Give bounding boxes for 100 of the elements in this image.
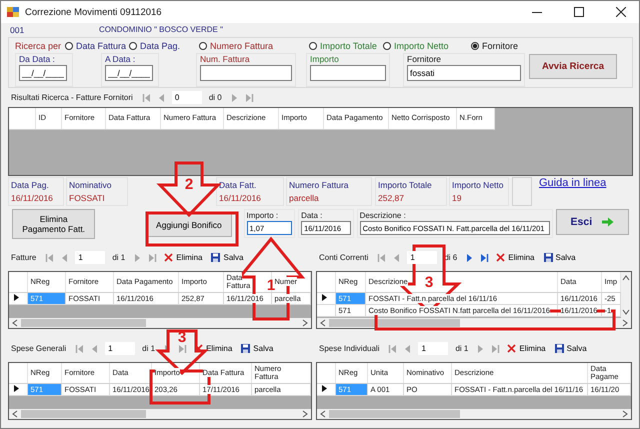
corner-cell bbox=[9, 363, 27, 383]
scroll-left-icon[interactable] bbox=[12, 410, 18, 418]
help-link[interactable]: Guida in linea bbox=[539, 177, 606, 206]
delete-button[interactable]: Elimina bbox=[494, 253, 536, 262]
page-count: di 1 bbox=[141, 344, 156, 353]
floppy-icon bbox=[211, 253, 220, 262]
radio-circle[interactable] bbox=[199, 42, 207, 50]
radio-option[interactable]: Numero Fattura bbox=[199, 40, 309, 50]
vertical-scrollbar[interactable] bbox=[621, 272, 631, 318]
field-label: Importo bbox=[310, 54, 340, 65]
info-label: Importo Totale bbox=[378, 180, 433, 190]
delete-button[interactable]: Elimina bbox=[192, 344, 234, 353]
search-label: Ricerca per bbox=[15, 40, 62, 50]
row-header[interactable] bbox=[9, 383, 27, 395]
radio-option[interactable]: Data Fattura bbox=[65, 40, 129, 50]
radio-circle[interactable] bbox=[309, 42, 317, 50]
info-value: 16/11/2016 bbox=[11, 193, 54, 203]
radio-option[interactable]: Fornitore bbox=[471, 40, 551, 50]
input-field[interactable] bbox=[310, 65, 386, 81]
field-label: A Data : bbox=[105, 54, 136, 65]
record-code: 001 bbox=[10, 24, 26, 34]
floppy-icon bbox=[544, 253, 552, 262]
radio-option[interactable]: Data Pag. bbox=[129, 40, 199, 50]
toolbar-title: Risultati Ricerca - Fatture Fornitori bbox=[10, 93, 134, 102]
radio-circle[interactable] bbox=[129, 42, 137, 50]
scroll-thumb[interactable] bbox=[21, 319, 146, 327]
field-label: Data : bbox=[301, 211, 324, 221]
scroll-thumb[interactable] bbox=[21, 410, 146, 418]
input-field[interactable] bbox=[200, 65, 292, 81]
info-label: Data Pag. bbox=[11, 180, 50, 190]
page-field[interactable]: 1 bbox=[75, 251, 106, 264]
delete-payment-button[interactable]: Elimina Pagamento Fatt. bbox=[12, 209, 96, 239]
scroll-right-icon[interactable] bbox=[302, 410, 308, 418]
row-header[interactable] bbox=[317, 292, 335, 304]
info-value: 252,87 bbox=[378, 193, 405, 203]
info-value: parcella bbox=[289, 193, 320, 203]
x-icon bbox=[507, 344, 516, 353]
step-number: 3 bbox=[424, 276, 434, 289]
info-label: Numero Fattura bbox=[289, 180, 350, 190]
page-field[interactable]: 0 bbox=[172, 91, 202, 104]
radio-circle[interactable] bbox=[471, 42, 479, 50]
x-icon bbox=[496, 253, 506, 262]
radio-option[interactable]: Importo Totale bbox=[309, 40, 383, 50]
save-button[interactable]: Salva bbox=[552, 344, 589, 353]
row-header[interactable] bbox=[317, 383, 335, 395]
close-icon[interactable] bbox=[616, 7, 626, 17]
floppy-icon bbox=[554, 344, 564, 353]
radio-circle[interactable] bbox=[383, 42, 391, 50]
last-page-icon[interactable] bbox=[479, 252, 490, 262]
row-header[interactable] bbox=[9, 292, 27, 304]
page-field[interactable]: 1 bbox=[105, 342, 136, 355]
save-button[interactable]: Salva bbox=[542, 253, 578, 262]
floppy-icon bbox=[241, 344, 250, 353]
delete-button[interactable]: Elimina bbox=[162, 253, 204, 262]
exit-button[interactable]: Esci bbox=[556, 209, 630, 235]
next-icon[interactable] bbox=[464, 252, 474, 262]
arrow-right-icon bbox=[602, 217, 614, 227]
info-label: Nominativo bbox=[69, 180, 113, 190]
app-icon bbox=[7, 6, 19, 18]
field-label: Fornitore bbox=[407, 54, 442, 65]
info-label: Importo Netto bbox=[452, 180, 504, 190]
radio-circle[interactable] bbox=[65, 42, 73, 50]
scroll-thumb[interactable] bbox=[329, 410, 460, 418]
field-label: Importo : bbox=[246, 211, 280, 221]
search-button[interactable]: Avvia Ricerca bbox=[529, 54, 617, 79]
horizontal-scrollbar[interactable] bbox=[9, 409, 311, 419]
radio-option[interactable]: Importo Netto bbox=[383, 40, 471, 50]
info-value: 19 bbox=[452, 193, 462, 203]
toolbar-title: Fatture bbox=[10, 253, 38, 262]
input-field[interactable]: fossati bbox=[407, 65, 521, 81]
corner-cell bbox=[9, 272, 27, 292]
scroll-left-icon[interactable] bbox=[320, 319, 326, 327]
info-value: 16/11/2016 bbox=[219, 193, 262, 203]
page-field[interactable]: 1 bbox=[418, 342, 448, 355]
save-button[interactable]: Salva bbox=[239, 344, 276, 353]
scroll-right-icon[interactable] bbox=[302, 319, 308, 327]
toolbar-title: Spese Individuali bbox=[318, 344, 380, 353]
maximize-icon[interactable] bbox=[574, 7, 584, 17]
scroll-up-icon[interactable] bbox=[622, 275, 630, 281]
scroll-left-icon[interactable] bbox=[12, 319, 18, 327]
page-field[interactable]: 1 bbox=[407, 251, 438, 264]
horizontal-scrollbar[interactable] bbox=[9, 318, 311, 328]
field-label: Da Data : bbox=[19, 54, 56, 65]
page-count: di 1 bbox=[111, 253, 126, 262]
page-count: di 1 bbox=[454, 344, 470, 353]
field-label: Num. Fattura bbox=[200, 54, 251, 65]
scroll-right-icon[interactable] bbox=[622, 319, 628, 327]
horizontal-scrollbar[interactable] bbox=[317, 318, 631, 328]
empty-frame bbox=[512, 177, 532, 206]
window-title: Correzione Movimenti 09112016 bbox=[25, 6, 162, 18]
scroll-thumb[interactable] bbox=[329, 319, 460, 327]
scroll-left-icon[interactable] bbox=[320, 410, 326, 418]
delete-button[interactable]: Elimina bbox=[505, 344, 548, 353]
scroll-right-icon[interactable] bbox=[622, 410, 628, 418]
save-button[interactable]: Salva bbox=[209, 253, 246, 262]
scroll-down-icon[interactable] bbox=[622, 309, 630, 315]
toolbar-title: Spese Generali bbox=[10, 344, 68, 353]
corner-cell bbox=[317, 363, 335, 383]
horizontal-scrollbar[interactable] bbox=[317, 409, 631, 419]
toolbar-title: Conti Correnti bbox=[318, 253, 370, 262]
